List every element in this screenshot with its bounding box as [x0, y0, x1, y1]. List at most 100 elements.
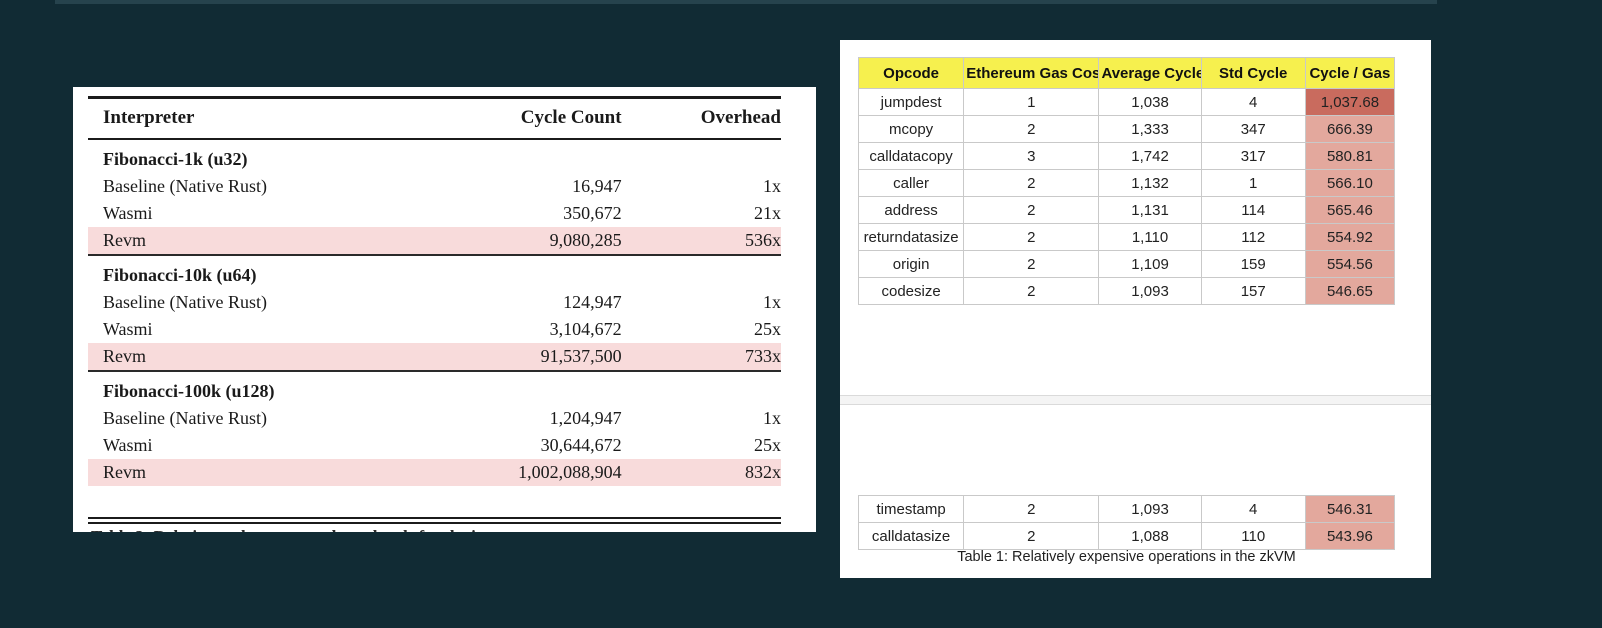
table-row-highlighted: Revm 9,080,285 536x — [88, 227, 781, 255]
table-row: Baseline (Native Rust) 16,947 1x — [88, 173, 781, 200]
opcode-cell: mcopy — [859, 116, 964, 143]
gas-cell: 2 — [964, 170, 1099, 197]
opcode-cell: jumpdest — [859, 89, 964, 116]
cycle-count-value: 9,080,285 — [414, 227, 622, 255]
table-row-highlighted: Revm 91,537,500 733x — [88, 343, 781, 371]
cycle-per-gas-cell: 565.46 — [1305, 197, 1394, 224]
std-cycle-cell: 114 — [1201, 197, 1305, 224]
gas-cell: 2 — [964, 496, 1099, 523]
table-row: mcopy 2 1,333 347 666.39 — [859, 116, 1395, 143]
cycle-count-value: 91,537,500 — [414, 343, 622, 371]
table-row: Baseline (Native Rust) 124,947 1x — [88, 289, 781, 316]
cycle-count-value: 124,947 — [414, 289, 622, 316]
gas-cell: 2 — [964, 116, 1099, 143]
interpreter-name: Revm — [88, 227, 414, 255]
cycle-per-gas-cell: 546.31 — [1305, 496, 1394, 523]
section-title-row: Fibonacci-10k (u64) — [88, 255, 781, 289]
desktop-background: Interpreter Cycle Count Overhead Fibonac… — [0, 0, 1602, 628]
col-header-gas-cost: Ethereum Gas Cost — [964, 58, 1099, 89]
cycle-per-gas-cell: 666.39 — [1305, 116, 1394, 143]
avg-cycle-cell: 1,109 — [1099, 251, 1201, 278]
gas-cell: 2 — [964, 278, 1099, 305]
opcode-cell: timestamp — [859, 496, 964, 523]
overhead-value: 1x — [622, 289, 781, 316]
cycle-per-gas-cell: 580.81 — [1305, 143, 1394, 170]
interpreter-name: Baseline (Native Rust) — [88, 173, 414, 200]
section-title-row: Fibonacci-1k (u32) — [88, 139, 781, 173]
table-header-row: Interpreter Cycle Count Overhead — [88, 98, 781, 140]
gas-cell: 2 — [964, 224, 1099, 251]
table-row: calldatacopy 3 1,742 317 580.81 — [859, 143, 1395, 170]
avg-cycle-cell: 1,132 — [1099, 170, 1201, 197]
table-row: codesize 2 1,093 157 546.65 — [859, 278, 1395, 305]
cycle-count-value: 3,104,672 — [414, 316, 622, 343]
opcode-cell: calldatacopy — [859, 143, 964, 170]
avg-cycle-cell: 1,093 — [1099, 278, 1201, 305]
table-bottom-rule — [88, 517, 781, 524]
cycle-count-value: 1,002,088,904 — [414, 459, 622, 486]
avg-cycle-cell: 1,088 — [1099, 523, 1201, 550]
table-row: timestamp 2 1,093 4 546.31 — [859, 496, 1395, 523]
table-row: Wasmi 30,644,672 25x — [88, 432, 781, 459]
cycle-count-value: 30,644,672 — [414, 432, 622, 459]
std-cycle-cell: 4 — [1201, 89, 1305, 116]
cycle-count-value: 1,204,947 — [414, 405, 622, 432]
col-header-overhead: Overhead — [622, 98, 781, 140]
table-row: Wasmi 3,104,672 25x — [88, 316, 781, 343]
interpreter-name: Baseline (Native Rust) — [88, 405, 414, 432]
opcode-cost-table: Opcode Ethereum Gas Cost Average Cycle S… — [858, 57, 1395, 305]
table-row: calldatasize 2 1,088 110 543.96 — [859, 523, 1395, 550]
gas-cell: 2 — [964, 197, 1099, 224]
cycle-count-value: 350,672 — [414, 200, 622, 227]
interpreter-benchmark-table: Interpreter Cycle Count Overhead Fibonac… — [88, 96, 781, 486]
col-header-interpreter: Interpreter — [88, 98, 414, 140]
opcode-cost-table-continued: timestamp 2 1,093 4 546.31 calldatasize … — [858, 495, 1395, 550]
std-cycle-cell: 347 — [1201, 116, 1305, 143]
window-top-edge — [55, 0, 1437, 4]
cycle-per-gas-cell: 554.56 — [1305, 251, 1394, 278]
opcode-cell: returndatasize — [859, 224, 964, 251]
std-cycle-cell: 110 — [1201, 523, 1305, 550]
opcode-cell: origin — [859, 251, 964, 278]
interpreter-name: Wasmi — [88, 200, 414, 227]
cycle-per-gas-cell: 566.10 — [1305, 170, 1394, 197]
col-header-std-cycle: Std Cycle — [1201, 58, 1305, 89]
avg-cycle-cell: 1,333 — [1099, 116, 1201, 143]
cycle-per-gas-cell: 554.92 — [1305, 224, 1394, 251]
table-row: origin 2 1,109 159 554.56 — [859, 251, 1395, 278]
table-caption: Table 1: Relatively expensive operations… — [858, 549, 1395, 565]
table-row: Wasmi 350,672 21x — [88, 200, 781, 227]
avg-cycle-cell: 1,131 — [1099, 197, 1201, 224]
section-title: Fibonacci-10k (u64) — [88, 255, 781, 289]
overhead-value: 733x — [622, 343, 781, 371]
interpreter-name: Baseline (Native Rust) — [88, 289, 414, 316]
interpreter-name: Revm — [88, 459, 414, 486]
overhead-value: 25x — [622, 316, 781, 343]
table-row: jumpdest 1 1,038 4 1,037.68 — [859, 89, 1395, 116]
opcode-cell: address — [859, 197, 964, 224]
gas-cell: 2 — [964, 251, 1099, 278]
interpreter-name: Wasmi — [88, 432, 414, 459]
cycle-count-value: 16,947 — [414, 173, 622, 200]
col-header-cycle-count: Cycle Count — [414, 98, 622, 140]
table-row: address 2 1,131 114 565.46 — [859, 197, 1395, 224]
table-header-row: Opcode Ethereum Gas Cost Average Cycle S… — [859, 58, 1395, 89]
std-cycle-cell: 1 — [1201, 170, 1305, 197]
gas-cell: 2 — [964, 523, 1099, 550]
avg-cycle-cell: 1,742 — [1099, 143, 1201, 170]
opcode-cell: codesize — [859, 278, 964, 305]
opcode-cell: caller — [859, 170, 964, 197]
clipped-caption: Table 2: Relative cycle counts and overh… — [91, 527, 781, 532]
table-row: Baseline (Native Rust) 1,204,947 1x — [88, 405, 781, 432]
table-row-highlighted: Revm 1,002,088,904 832x — [88, 459, 781, 486]
std-cycle-cell: 159 — [1201, 251, 1305, 278]
gas-cell: 1 — [964, 89, 1099, 116]
col-header-cycle-per-gas: Cycle / Gas — [1305, 58, 1394, 89]
interpreter-name: Revm — [88, 343, 414, 371]
std-cycle-cell: 112 — [1201, 224, 1305, 251]
table-row: returndatasize 2 1,110 112 554.92 — [859, 224, 1395, 251]
overhead-value: 21x — [622, 200, 781, 227]
table-row: caller 2 1,132 1 566.10 — [859, 170, 1395, 197]
cycle-per-gas-cell: 1,037.68 — [1305, 89, 1394, 116]
avg-cycle-cell: 1,093 — [1099, 496, 1201, 523]
